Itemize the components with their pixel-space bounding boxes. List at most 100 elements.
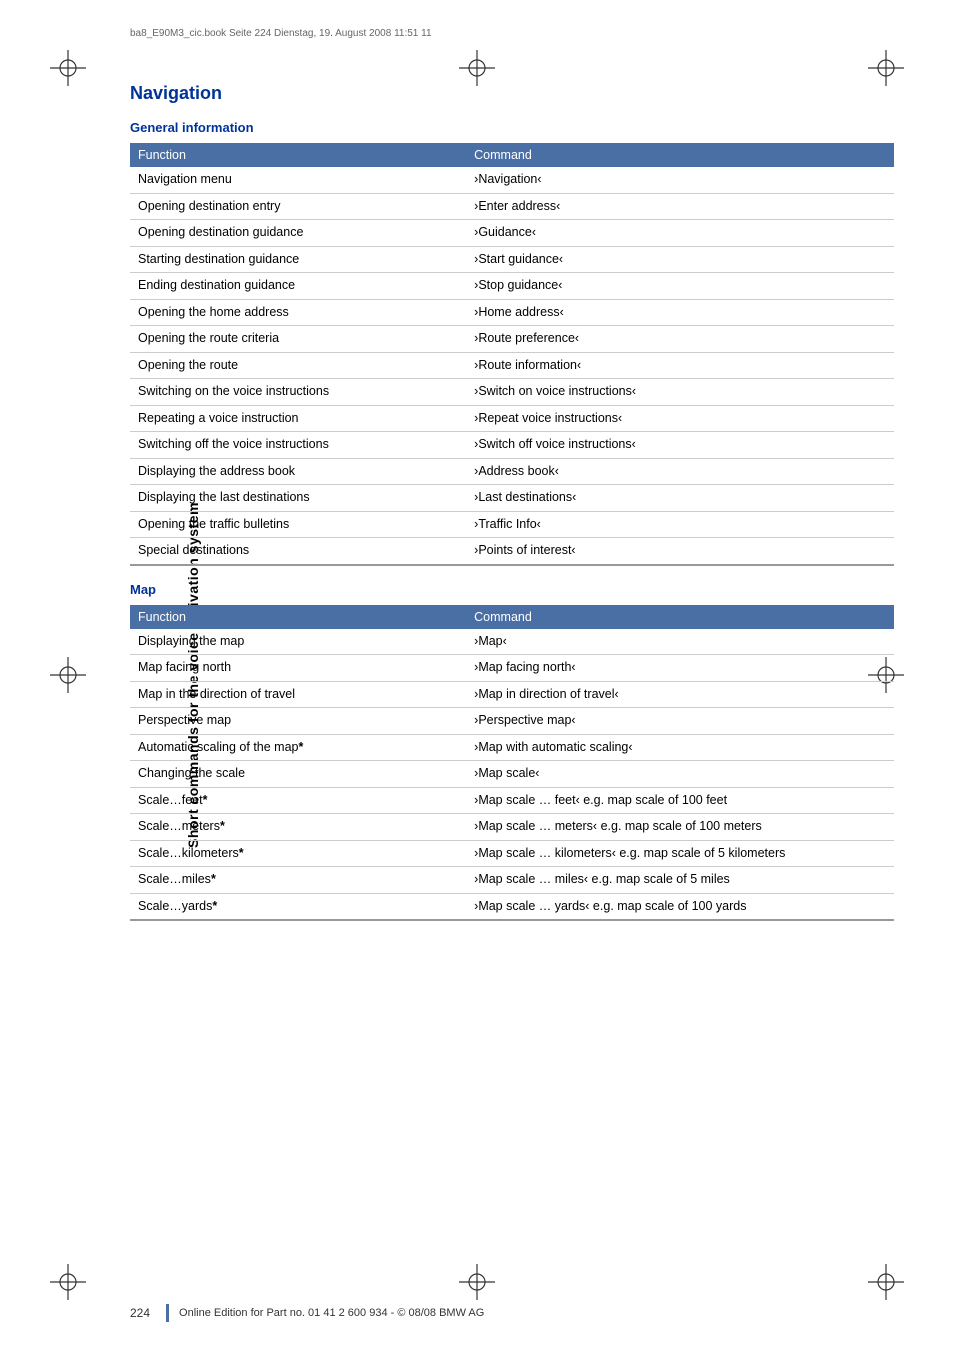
command-cell: ›Map scale … yards‹ e.g. map scale of 10… (466, 893, 894, 920)
function-cell: Starting destination guidance (130, 246, 466, 273)
table-row: Opening destination guidance›Guidance‹ (130, 220, 894, 247)
map-table-header-row: Function Command (130, 605, 894, 629)
command-cell: ›Navigation‹ (466, 167, 894, 193)
table-row: Opening the route›Route information‹ (130, 352, 894, 379)
table-row: Automatic scaling of the map*›Map with a… (130, 734, 894, 761)
function-cell: Automatic scaling of the map* (130, 734, 466, 761)
command-cell: ›Map with automatic scaling‹ (466, 734, 894, 761)
command-cell: ›Map in direction of travel‹ (466, 681, 894, 708)
function-cell: Displaying the address book (130, 458, 466, 485)
asterisk-bold: * (299, 740, 304, 754)
navigation-heading: Navigation (130, 83, 894, 104)
reg-mark-tl (50, 50, 86, 86)
table-row: Changing the scale›Map scale‹ (130, 761, 894, 788)
general-info-table: Function Command Navigation menu›Navigat… (130, 143, 894, 566)
command-cell: ›Switch off voice instructions‹ (466, 432, 894, 459)
function-cell: Opening destination entry (130, 193, 466, 220)
table-row: Map facing north›Map facing north‹ (130, 655, 894, 682)
function-cell: Opening the traffic bulletins (130, 511, 466, 538)
table-row: Displaying the address book›Address book… (130, 458, 894, 485)
command-cell: ›Enter address‹ (466, 193, 894, 220)
table-row: Scale…miles*›Map scale … miles‹ e.g. map… (130, 867, 894, 894)
function-cell: Navigation menu (130, 167, 466, 193)
table-row: Displaying the last destinations›Last de… (130, 485, 894, 512)
main-content: Navigation General information Function … (130, 75, 894, 1270)
table-row: Opening the traffic bulletins›Traffic In… (130, 511, 894, 538)
table-row: Special destinations›Points of interest‹ (130, 538, 894, 565)
asterisk-bold: * (212, 899, 217, 913)
table-row: Scale…yards*›Map scale … yards‹ e.g. map… (130, 893, 894, 920)
table-row: Switching on the voice instructions›Swit… (130, 379, 894, 406)
command-cell: ›Start guidance‹ (466, 246, 894, 273)
map-subheading: Map (130, 582, 894, 597)
reg-mark-ml (50, 657, 86, 693)
footer-text: Online Edition for Part no. 01 41 2 600 … (179, 1307, 484, 1319)
command-cell: ›Map scale … meters‹ e.g. map scale of 1… (466, 814, 894, 841)
asterisk-bold: * (220, 819, 225, 833)
command-cell: ›Map scale … feet‹ e.g. map scale of 100… (466, 787, 894, 814)
function-cell: Scale…yards* (130, 893, 466, 920)
footer: 224 Online Edition for Part no. 01 41 2 … (130, 1304, 894, 1322)
command-cell: ›Address book‹ (466, 458, 894, 485)
table-row: Scale…meters*›Map scale … meters‹ e.g. m… (130, 814, 894, 841)
asterisk-bold: * (211, 872, 216, 886)
table-row: Navigation menu›Navigation‹ (130, 167, 894, 193)
function-cell: Scale…kilometers* (130, 840, 466, 867)
command-cell: ›Route information‹ (466, 352, 894, 379)
asterisk-bold: * (239, 846, 244, 860)
asterisk-bold: * (203, 793, 208, 807)
function-cell: Map in the direction of travel (130, 681, 466, 708)
function-cell: Repeating a voice instruction (130, 405, 466, 432)
table-row: Scale…kilometers*›Map scale … kilometers… (130, 840, 894, 867)
command-cell: ›Switch on voice instructions‹ (466, 379, 894, 406)
table-row: Opening the home address›Home address‹ (130, 299, 894, 326)
function-cell: Special destinations (130, 538, 466, 565)
table-row: Opening destination entry›Enter address‹ (130, 193, 894, 220)
function-cell: Perspective map (130, 708, 466, 735)
command-cell: ›Map scale … kilometers‹ e.g. map scale … (466, 840, 894, 867)
file-info: ba8_E90M3_cic.book Seite 224 Dienstag, 1… (130, 28, 432, 39)
function-cell: Displaying the map (130, 629, 466, 655)
command-cell: ›Traffic Info‹ (466, 511, 894, 538)
reg-mark-bl (50, 1264, 86, 1300)
command-cell: ›Last destinations‹ (466, 485, 894, 512)
command-cell: ›Guidance‹ (466, 220, 894, 247)
command-cell: ›Repeat voice instructions‹ (466, 405, 894, 432)
col-function-header: Function (130, 143, 466, 167)
function-cell: Opening the route (130, 352, 466, 379)
table-row: Scale…feet*›Map scale … feet‹ e.g. map s… (130, 787, 894, 814)
function-cell: Switching off the voice instructions (130, 432, 466, 459)
function-cell: Opening the home address (130, 299, 466, 326)
table-row: Opening the route criteria›Route prefere… (130, 326, 894, 353)
command-cell: ›Map‹ (466, 629, 894, 655)
table-row: Starting destination guidance›Start guid… (130, 246, 894, 273)
function-cell: Scale…feet* (130, 787, 466, 814)
footer-divider (166, 1304, 169, 1322)
function-cell: Switching on the voice instructions (130, 379, 466, 406)
function-cell: Changing the scale (130, 761, 466, 788)
function-cell: Opening the route criteria (130, 326, 466, 353)
command-cell: ›Stop guidance‹ (466, 273, 894, 300)
function-cell: Map facing north (130, 655, 466, 682)
table-row: Perspective map›Perspective map‹ (130, 708, 894, 735)
command-cell: ›Map facing north‹ (466, 655, 894, 682)
table-row: Displaying the map›Map‹ (130, 629, 894, 655)
page-number: 224 (130, 1306, 150, 1320)
command-cell: ›Map scale … miles‹ e.g. map scale of 5 … (466, 867, 894, 894)
table-row: Ending destination guidance›Stop guidanc… (130, 273, 894, 300)
command-cell: ›Route preference‹ (466, 326, 894, 353)
table-header-row: Function Command (130, 143, 894, 167)
table-row: Map in the direction of travel›Map in di… (130, 681, 894, 708)
map-table: Function Command Displaying the map›Map‹… (130, 605, 894, 922)
map-col-command-header: Command (466, 605, 894, 629)
command-cell: ›Map scale‹ (466, 761, 894, 788)
general-info-subheading: General information (130, 120, 894, 135)
command-cell: ›Perspective map‹ (466, 708, 894, 735)
col-command-header: Command (466, 143, 894, 167)
table-row: Repeating a voice instruction›Repeat voi… (130, 405, 894, 432)
function-cell: Scale…miles* (130, 867, 466, 894)
function-cell: Displaying the last destinations (130, 485, 466, 512)
function-cell: Opening destination guidance (130, 220, 466, 247)
function-cell: Scale…meters* (130, 814, 466, 841)
command-cell: ›Home address‹ (466, 299, 894, 326)
